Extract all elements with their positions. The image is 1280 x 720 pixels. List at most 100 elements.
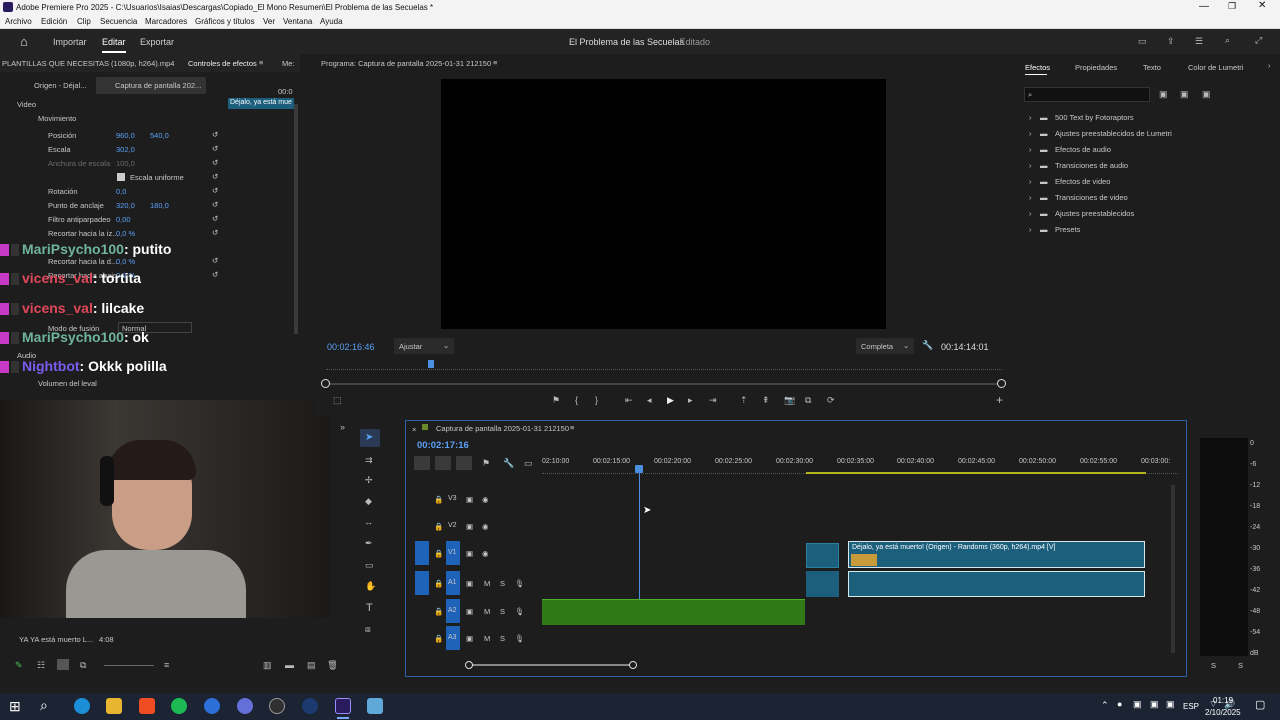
tab-propiedades[interactable]: Propiedades xyxy=(1075,63,1117,72)
wrench-icon[interactable]: 🔧 xyxy=(922,340,933,351)
reset-icon[interactable]: ↺ xyxy=(212,144,218,153)
add-button-icon[interactable]: + xyxy=(996,393,1003,407)
panel-tab-source[interactable]: PLANTILLAS QUE NECESITAS (1080p, h264).m… xyxy=(2,59,174,68)
hand-icon[interactable]: ✋ xyxy=(365,581,376,592)
mute-icon[interactable]: M xyxy=(484,634,490,643)
tab-lumetri[interactable]: Color de Lumetri xyxy=(1188,63,1243,72)
toggle-sync-icon[interactable]: ▣ xyxy=(466,495,473,504)
chevron-right-icon[interactable]: › xyxy=(1029,145,1032,154)
menu-item[interactable]: Ver xyxy=(263,17,275,26)
track-target-v1[interactable] xyxy=(415,541,429,565)
vr-view-icon[interactable]: ⟳ xyxy=(827,395,835,406)
list-view-icon[interactable]: ☷ xyxy=(37,660,45,671)
mute-icon[interactable]: M xyxy=(484,607,490,616)
step-back-icon[interactable]: ◂ xyxy=(647,395,652,406)
quick-export-icon[interactable]: ☰ xyxy=(1195,36,1203,47)
reset-icon[interactable]: ↺ xyxy=(212,200,218,209)
v1-clip[interactable]: Déjalo, ya está muerto! (Origen) - Rando… xyxy=(848,541,1145,568)
fx-volume[interactable]: Volumen del leval xyxy=(38,379,97,388)
go-to-in-icon[interactable]: ⇤ xyxy=(625,395,633,406)
toggle-sync-icon[interactable]: ▣ xyxy=(466,549,473,558)
brave-icon[interactable] xyxy=(139,698,155,714)
chevron-right-icon[interactable]: › xyxy=(1029,209,1032,218)
toggle-sync-icon[interactable]: ▣ xyxy=(466,579,473,588)
tab-texto[interactable]: Texto xyxy=(1143,63,1161,72)
yuv-effects-icon[interactable]: ▣ xyxy=(1202,89,1211,100)
a1-clip[interactable] xyxy=(848,571,1145,597)
32bit-effects-icon[interactable]: ▣ xyxy=(1180,89,1189,100)
windows-start-icon[interactable]: ⊞ xyxy=(9,698,21,715)
solo-icon[interactable]: S xyxy=(500,634,505,643)
close-icon[interactable]: ✕ xyxy=(1258,0,1266,11)
effects-folder[interactable]: Ajustes preestablecidos xyxy=(1055,209,1134,218)
timeline-timecode[interactable]: 00:02:17:16 xyxy=(417,440,469,451)
quality-dropdown[interactable]: Completa ⌄ xyxy=(856,338,914,354)
eye-icon[interactable]: ◉ xyxy=(482,522,489,531)
uniform-scale-checkbox[interactable] xyxy=(117,173,125,181)
effects-folder[interactable]: Ajustes preestablecidos de Lumetri xyxy=(1055,129,1172,138)
sequence-name[interactable]: Captura de pantalla 2025-01-31 212150 xyxy=(436,424,569,433)
fx-property-value-2[interactable]: 180,0 xyxy=(150,201,169,210)
obs-icon[interactable] xyxy=(269,698,285,714)
track-label[interactable]: A1 xyxy=(446,571,460,595)
clock-time[interactable]: 01:19 xyxy=(1213,696,1233,705)
mic-icon[interactable]: 🎙 xyxy=(515,634,525,643)
lock-icon[interactable]: 🔒 xyxy=(434,579,443,588)
lock-icon[interactable]: 🔒 xyxy=(434,634,443,643)
playhead-marker[interactable] xyxy=(428,360,434,368)
effects-search-input[interactable]: ⌕ xyxy=(1024,87,1150,102)
edge-icon[interactable] xyxy=(74,698,90,714)
nav-editar[interactable]: Editar xyxy=(102,37,126,47)
fx-property-value[interactable]: 960,0 xyxy=(116,131,135,140)
marker-icon[interactable]: ⚑ xyxy=(482,458,490,469)
panel-tab-effect-controls[interactable]: Controles de efectos xyxy=(188,59,257,68)
fit-dropdown[interactable]: Ajustar ⌄ xyxy=(394,338,454,354)
meter-solo-left[interactable]: S xyxy=(1211,661,1216,670)
meter-solo-right[interactable]: S xyxy=(1238,661,1243,670)
track-label[interactable]: V2 xyxy=(446,514,460,538)
captions-icon[interactable]: ▭ xyxy=(524,458,533,469)
nav-exportar[interactable]: Exportar xyxy=(140,37,174,47)
panel-menu-icon[interactable]: ≡ xyxy=(259,58,263,67)
menu-item[interactable]: Marcadores xyxy=(145,17,187,26)
toggle-sync-icon[interactable]: ▣ xyxy=(466,522,473,531)
track-label[interactable]: A3 xyxy=(446,626,460,650)
chevron-right-icon[interactable]: › xyxy=(1029,193,1032,202)
mic-icon[interactable]: 🎙 xyxy=(515,579,525,588)
sort-icon[interactable]: ≡ xyxy=(164,660,169,670)
fx-property-value[interactable]: 0,0 % xyxy=(116,229,135,238)
fx-property-value[interactable]: 320,0 xyxy=(116,201,135,210)
steam-icon[interactable] xyxy=(302,698,318,714)
snap-toggle[interactable] xyxy=(414,456,430,470)
chevron-right-icon[interactable]: › xyxy=(1029,225,1032,234)
maximize-icon[interactable]: ❐ xyxy=(1228,1,1236,12)
h-scroll-handle-left[interactable] xyxy=(465,661,473,669)
sequence-menu-icon[interactable]: ≡ xyxy=(570,423,574,432)
export-frame-icon[interactable]: 📷 xyxy=(784,395,795,406)
lock-icon[interactable]: 🔒 xyxy=(434,607,443,616)
ripple-edit-icon[interactable]: ✢ xyxy=(365,475,373,486)
icon-view-icon[interactable] xyxy=(57,659,69,670)
fx-property-value[interactable]: 100,0 xyxy=(116,159,135,168)
track-target-a1[interactable] xyxy=(415,571,429,595)
pen-icon[interactable]: ✒ xyxy=(365,538,373,549)
tray-chevron-icon[interactable]: ⌃ xyxy=(1101,700,1109,711)
horizontal-scrollbar[interactable] xyxy=(469,664,633,666)
v1-clip-thumb[interactable] xyxy=(806,543,839,568)
program-timecode[interactable]: 00:02:16:46 xyxy=(327,342,375,352)
notification-icon[interactable]: ▢ xyxy=(1255,698,1265,711)
track-label[interactable]: A2 xyxy=(446,599,460,623)
razor-icon[interactable]: ◆ xyxy=(365,496,372,507)
linked-selection-toggle[interactable] xyxy=(435,456,451,470)
lock-icon[interactable]: 🔒 xyxy=(434,522,443,531)
tab-efectos[interactable]: Efectos xyxy=(1025,63,1050,72)
play-icon[interactable]: ▶ xyxy=(667,395,674,406)
lock-icon[interactable]: 🔒 xyxy=(434,495,443,504)
caption-tool-icon[interactable]: ⧈ xyxy=(365,624,371,635)
step-forward-icon[interactable]: ▸ xyxy=(688,395,693,406)
slip-icon[interactable]: ↔ xyxy=(364,517,373,527)
freeform-view-icon[interactable]: ⧉ xyxy=(80,660,86,671)
menu-item[interactable]: Clip xyxy=(77,17,91,26)
zoom-bar[interactable] xyxy=(326,383,1002,385)
solo-icon[interactable]: S xyxy=(500,607,505,616)
